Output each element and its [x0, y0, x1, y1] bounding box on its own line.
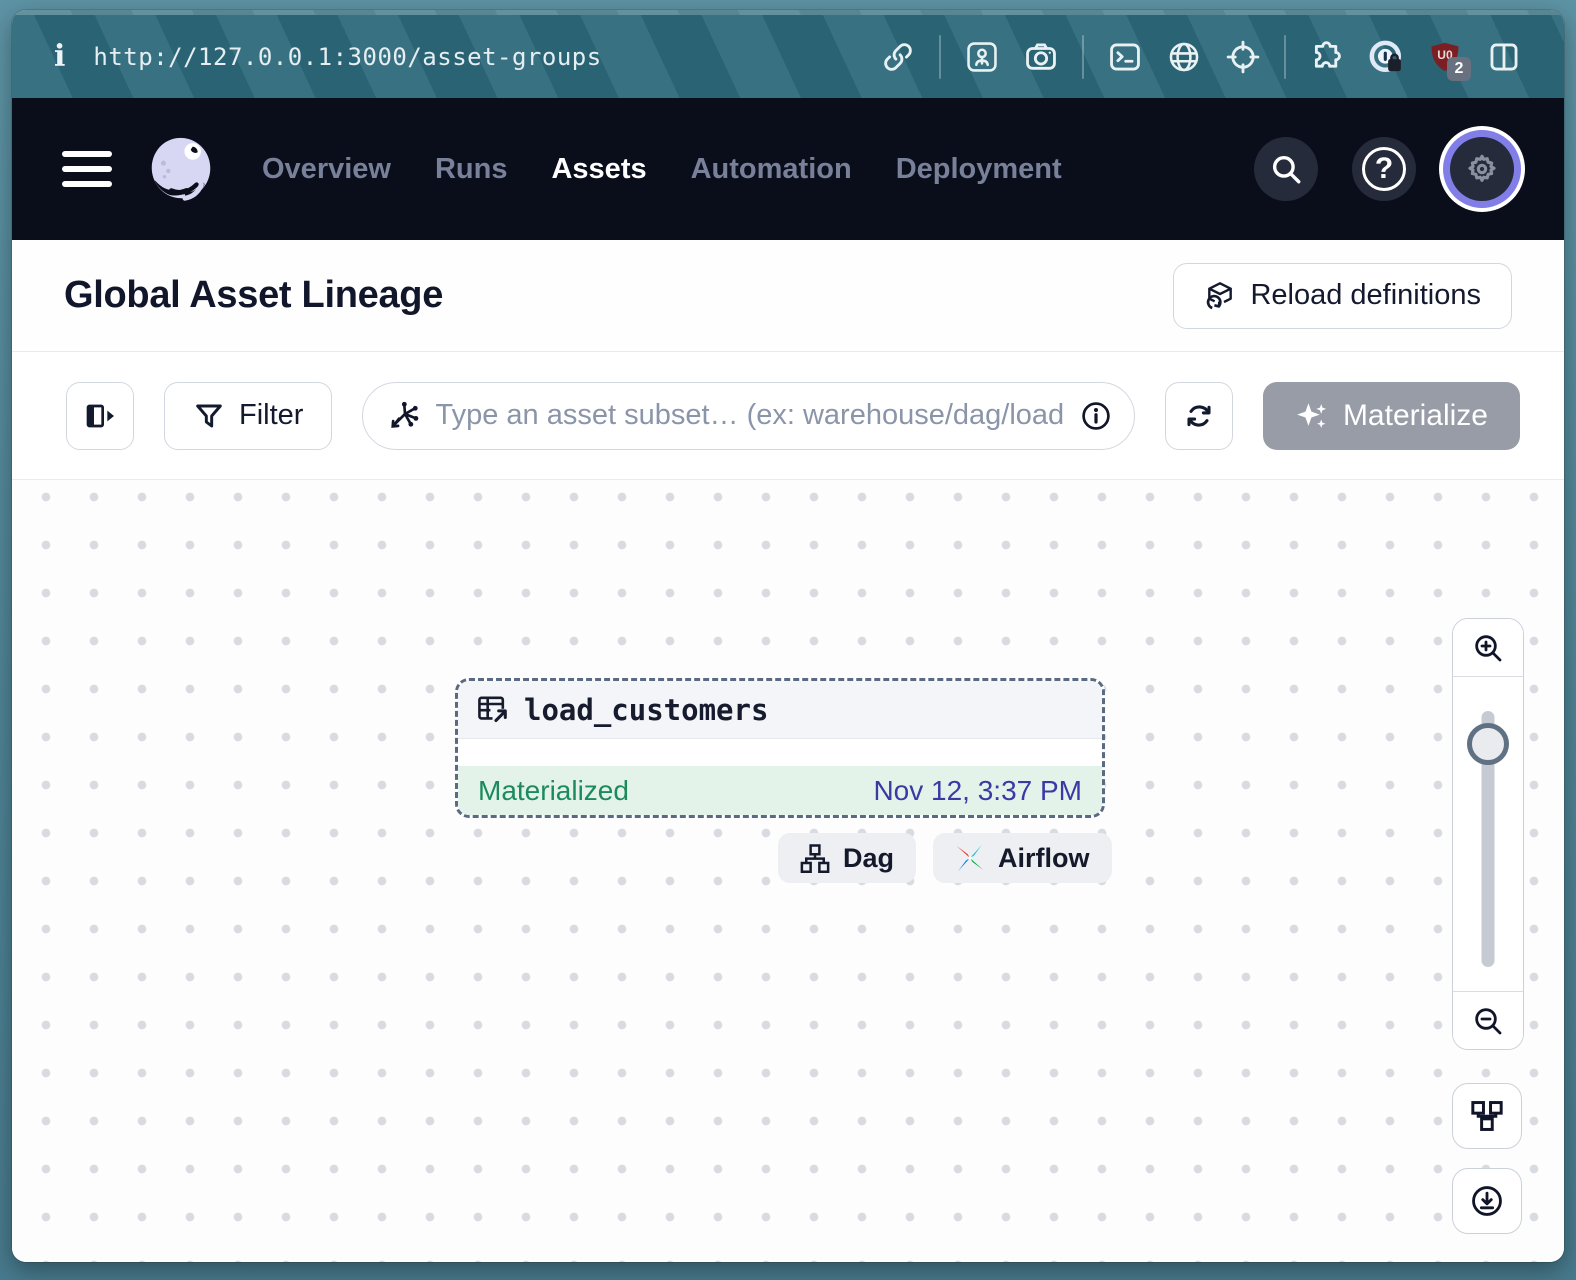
rearrange-layout-button[interactable]	[1452, 1083, 1522, 1149]
search-button[interactable]	[1254, 137, 1318, 201]
refresh-icon	[1183, 400, 1215, 432]
settings-button[interactable]	[1450, 137, 1514, 201]
screenshot-camera-icon[interactable]	[1023, 39, 1059, 75]
tab-automation[interactable]: Automation	[691, 153, 852, 186]
help-button[interactable]: ?	[1352, 137, 1416, 201]
materialize-button[interactable]: Materialize	[1263, 382, 1520, 450]
asset-node-header: load_customers	[458, 681, 1102, 739]
op-selector-icon	[387, 400, 419, 432]
browser-url-bar: i http://127.0.0.1:3000/asset-groups	[12, 10, 1564, 98]
materialization-timestamp[interactable]: Nov 12, 3:37 PM	[873, 775, 1082, 807]
tag-airflow[interactable]: Airflow	[933, 833, 1112, 883]
zoom-controls	[1452, 618, 1524, 1050]
copy-link-icon[interactable]	[880, 39, 916, 75]
page-style-icon[interactable]	[964, 39, 1000, 75]
divider	[1284, 35, 1286, 79]
lineage-canvas[interactable]: load_customers Materialized Nov 12, 3:37…	[12, 480, 1564, 1262]
info-icon[interactable]	[1080, 400, 1112, 432]
filter-button[interactable]: Filter	[164, 382, 332, 450]
zoom-slider[interactable]	[1453, 677, 1523, 991]
extensions-puzzle-icon[interactable]	[1309, 39, 1345, 75]
gear-icon	[1465, 152, 1499, 186]
dag-icon	[800, 843, 830, 873]
menu-icon[interactable]	[62, 146, 112, 192]
airflow-icon	[955, 843, 985, 873]
asset-selection-input-wrapper	[362, 382, 1134, 450]
shield-badge: 2	[1447, 57, 1471, 81]
reload-definitions-button[interactable]: Reload definitions	[1173, 263, 1512, 329]
divider	[1082, 35, 1084, 79]
graph-layout-icon	[1470, 1099, 1504, 1133]
help-icon: ?	[1362, 147, 1406, 191]
tag-dag[interactable]: Dag	[778, 833, 916, 883]
tag-airflow-label: Airflow	[998, 843, 1090, 874]
zoom-out-button[interactable]	[1453, 991, 1523, 1049]
filter-funnel-icon	[193, 400, 225, 432]
materialize-label: Materialize	[1343, 399, 1488, 433]
tab-deployment[interactable]: Deployment	[896, 153, 1062, 186]
page-header: Global Asset Lineage Reload definitions	[12, 240, 1564, 352]
split-view-icon[interactable]	[1486, 39, 1522, 75]
download-image-button[interactable]	[1452, 1168, 1522, 1234]
tag-dag-label: Dag	[843, 843, 894, 874]
password-manager-icon[interactable]	[1368, 39, 1404, 75]
lineage-toolbar: Filter	[12, 352, 1564, 480]
page-info-icon[interactable]: i	[54, 39, 65, 74]
refresh-button[interactable]	[1165, 382, 1233, 450]
download-icon	[1470, 1184, 1504, 1218]
globe-icon[interactable]	[1166, 39, 1202, 75]
sparkles-icon	[1295, 399, 1329, 433]
tab-overview[interactable]: Overview	[262, 153, 391, 186]
asset-node-body	[458, 739, 1102, 766]
page-title: Global Asset Lineage	[64, 274, 443, 317]
asset-name: load_customers	[524, 693, 768, 727]
tab-assets[interactable]: Assets	[551, 153, 646, 186]
browser-toolbar-icons: U0 2	[880, 35, 1522, 79]
zoom-slider-handle[interactable]	[1467, 723, 1509, 765]
tab-runs[interactable]: Runs	[435, 153, 508, 186]
dagster-logo[interactable]	[142, 130, 220, 208]
reload-definitions-label: Reload definitions	[1250, 279, 1481, 312]
browser-window: i http://127.0.0.1:3000/asset-groups	[12, 10, 1564, 1262]
app-nav-bar: Overview Runs Assets Automation Deployme…	[12, 98, 1564, 240]
nav-actions: ?	[1254, 137, 1514, 201]
search-icon	[1269, 152, 1303, 186]
asset-status-row: Materialized Nov 12, 3:37 PM	[458, 766, 1102, 815]
zoom-in-icon	[1472, 632, 1504, 664]
shield-blocker-icon[interactable]: U0 2	[1427, 39, 1463, 75]
asset-selection-input[interactable]	[435, 399, 1063, 432]
reload-cube-icon	[1204, 280, 1236, 312]
panel-open-icon	[84, 400, 116, 432]
asset-node-load-customers[interactable]: load_customers Materialized Nov 12, 3:37…	[455, 678, 1105, 818]
zoom-in-button[interactable]	[1453, 619, 1523, 677]
divider	[939, 35, 941, 79]
nav-tabs: Overview Runs Assets Automation Deployme…	[262, 153, 1062, 186]
open-sidebar-button[interactable]	[66, 382, 134, 450]
external-table-icon	[476, 693, 509, 726]
address-url[interactable]: http://127.0.0.1:3000/asset-groups	[93, 43, 601, 71]
terminal-icon[interactable]	[1107, 39, 1143, 75]
status-badge: Materialized	[478, 775, 629, 807]
filter-label: Filter	[239, 399, 303, 432]
zoom-out-icon	[1472, 1005, 1504, 1037]
picker-target-icon[interactable]	[1225, 39, 1261, 75]
asset-tags: Dag Airflow	[778, 833, 1112, 883]
